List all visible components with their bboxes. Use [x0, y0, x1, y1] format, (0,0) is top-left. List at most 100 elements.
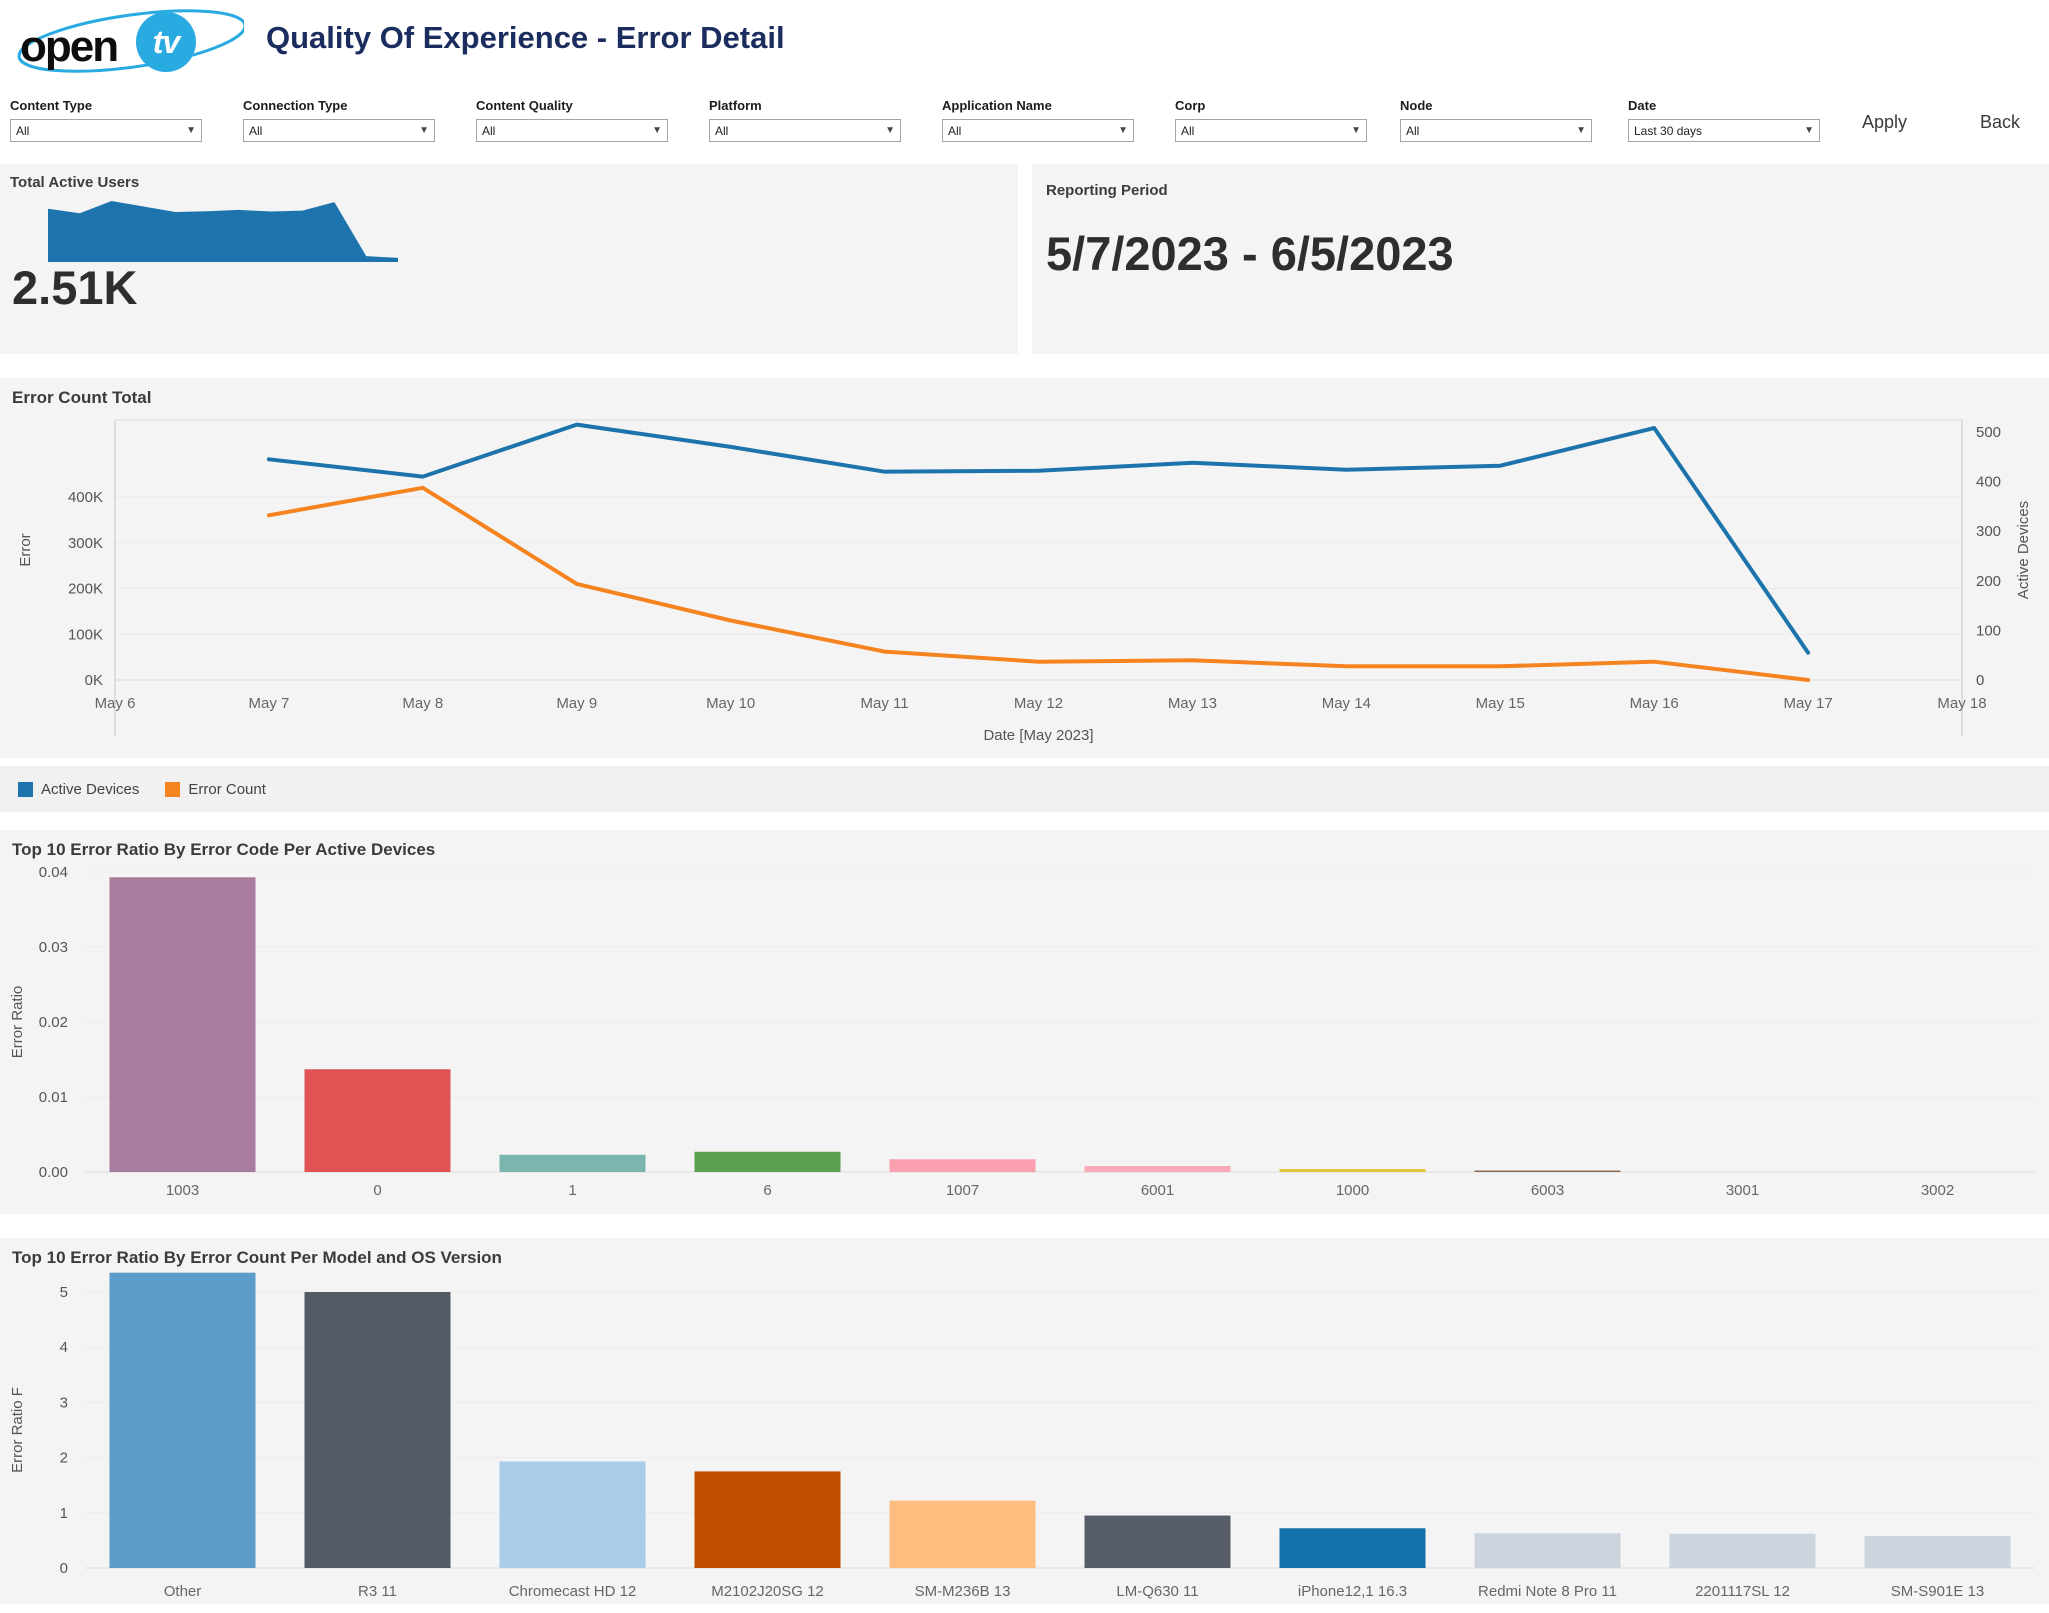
legend-item-active-devices[interactable]: Active Devices [18, 781, 139, 798]
legend-item-error-count[interactable]: Error Count [165, 781, 266, 798]
bar-other[interactable] [110, 1273, 256, 1568]
content-quality-select[interactable]: All▼ [476, 119, 668, 142]
panel-title: Error Count Total [12, 388, 151, 408]
total-active-users-value: 2.51K [12, 260, 137, 315]
active-users-sparkline [48, 192, 398, 264]
chevron-down-icon: ▼ [1576, 125, 1586, 136]
date-select[interactable]: Last 30 days ▼ [1628, 119, 1820, 142]
category-label: iPhone12,1 16.3 [1298, 1583, 1407, 1600]
x-axis-tick: May 7 [248, 695, 289, 712]
bar-1000[interactable] [1280, 1169, 1426, 1172]
series-line-active-devices [269, 425, 1808, 653]
right-axis-tick: 100 [1976, 622, 2001, 639]
bar-sm-m236b-13[interactable] [890, 1501, 1036, 1568]
bar-sm-s901e-13[interactable] [1865, 1536, 2011, 1568]
filter-date: Date Last 30 days▼ [1628, 98, 1828, 142]
error-ratio-by-model-panel: Top 10 Error Ratio By Error Count Per Mo… [0, 1238, 2049, 1604]
error-ratio-by-model-chart: 012345Error Ratio FOtherR3 11Chromecast … [0, 1238, 2049, 1604]
category-label: SM-M236B 13 [915, 1583, 1011, 1600]
bar-6[interactable] [695, 1152, 841, 1172]
category-label: 1000 [1336, 1182, 1369, 1199]
corp-select[interactable]: All▼ [1175, 119, 1367, 142]
x-axis-tick: May 12 [1014, 695, 1063, 712]
filter-label: Application Name [942, 98, 1142, 113]
right-axis-title: Active Devices [2015, 501, 2032, 599]
logo-text-tv: tv [153, 24, 179, 61]
error-count-total-panel: Error Count Total 0K100K200K300K400K0100… [0, 378, 2049, 758]
content-type-select[interactable]: All▼ [10, 119, 202, 142]
chevron-down-icon: ▼ [885, 125, 895, 136]
reporting-period-value: 5/7/2023 - 6/5/2023 [1046, 226, 1454, 281]
bar-redmi-note-8-pro-11[interactable] [1475, 1533, 1621, 1568]
bar-m2102j20sg-12[interactable] [695, 1471, 841, 1568]
legend-label: Active Devices [41, 781, 139, 798]
category-label: Chromecast HD 12 [509, 1583, 637, 1600]
y-axis-tick: 0.04 [39, 864, 68, 881]
filter-corp: Corp All▼ [1175, 98, 1375, 142]
bar-6003[interactable] [1475, 1171, 1621, 1173]
selected-value: All [249, 124, 262, 138]
chevron-down-icon: ▼ [1351, 125, 1361, 136]
chevron-down-icon: ▼ [1804, 125, 1814, 136]
category-label: 6001 [1141, 1182, 1174, 1199]
apply-button[interactable]: Apply [1862, 112, 1907, 133]
bar-iphone12-1-16-3[interactable] [1280, 1528, 1426, 1568]
selected-value: All [1406, 124, 1419, 138]
category-label: 6 [763, 1182, 771, 1199]
left-axis-tick: 300K [68, 535, 103, 552]
header: open tv Quality Of Experience - Error De… [0, 0, 2049, 90]
filter-label: Content Type [10, 98, 210, 113]
bar-chromecast-hd-12[interactable] [500, 1461, 646, 1568]
x-axis-tick: May 16 [1630, 695, 1679, 712]
left-axis-tick: 200K [68, 581, 103, 598]
connection-type-select[interactable]: All ▼ [243, 119, 435, 142]
left-axis-tick: 400K [68, 489, 103, 506]
chevron-down-icon: ▼ [419, 125, 429, 136]
x-axis-tick: May 10 [706, 695, 755, 712]
x-axis-tick: May 15 [1476, 695, 1525, 712]
category-label: SM-S901E 13 [1891, 1583, 1984, 1600]
card-title: Total Active Users [10, 174, 139, 191]
platform-select[interactable]: All ▼ [709, 119, 901, 142]
category-label: 3002 [1921, 1182, 1954, 1199]
back-button[interactable]: Back [1980, 112, 2020, 133]
category-label: 3001 [1726, 1182, 1759, 1199]
filter-node: Node All▼ [1400, 98, 1600, 142]
y-axis-tick: 3 [60, 1394, 68, 1411]
chevron-down-icon: ▼ [186, 125, 196, 136]
x-axis-tick: May 6 [95, 695, 136, 712]
x-axis-tick: May 8 [402, 695, 443, 712]
error-ratio-by-error-code-chart: 0.000.010.020.030.04Error Ratio100301610… [0, 830, 2049, 1214]
filter-content-quality: Content Quality All▼ [476, 98, 676, 142]
y-axis-tick: 5 [60, 1284, 68, 1301]
bar-lm-q630-11[interactable] [1085, 1516, 1231, 1568]
right-axis-tick: 400 [1976, 474, 2001, 491]
sparkline-area [48, 201, 398, 262]
y-axis-tick: 1 [60, 1505, 68, 1522]
bar-0[interactable] [305, 1069, 451, 1172]
bar-1007[interactable] [890, 1159, 1036, 1172]
y-axis-tick: 0.01 [39, 1089, 68, 1106]
total-active-users-card: Total Active Users 2.51K [0, 164, 1018, 354]
filter-platform: Platform All ▼ [709, 98, 909, 142]
application-name-select[interactable]: All▼ [942, 119, 1134, 142]
y-axis-title: Error Ratio [9, 986, 26, 1059]
bar-1003[interactable] [110, 877, 256, 1172]
bar-6001[interactable] [1085, 1166, 1231, 1172]
selected-value: Last 30 days [1634, 124, 1702, 138]
selected-value: All [715, 124, 728, 138]
bar-1[interactable] [500, 1155, 646, 1172]
logo-tv-circle: tv [136, 12, 196, 72]
filter-label: Content Quality [476, 98, 676, 113]
left-axis-title: Error [17, 533, 34, 566]
bar-r3-11[interactable] [305, 1292, 451, 1568]
legend-swatch-active-devices [18, 782, 33, 797]
category-label: 1007 [946, 1182, 979, 1199]
right-axis-tick: 0 [1976, 672, 1984, 689]
category-label: 0 [373, 1182, 381, 1199]
filter-label: Platform [709, 98, 909, 113]
category-label: Redmi Note 8 Pro 11 [1478, 1583, 1617, 1600]
bar-2201117sl-12[interactable] [1670, 1534, 1816, 1568]
node-select[interactable]: All ▼ [1400, 119, 1592, 142]
selected-value: All [482, 124, 495, 138]
